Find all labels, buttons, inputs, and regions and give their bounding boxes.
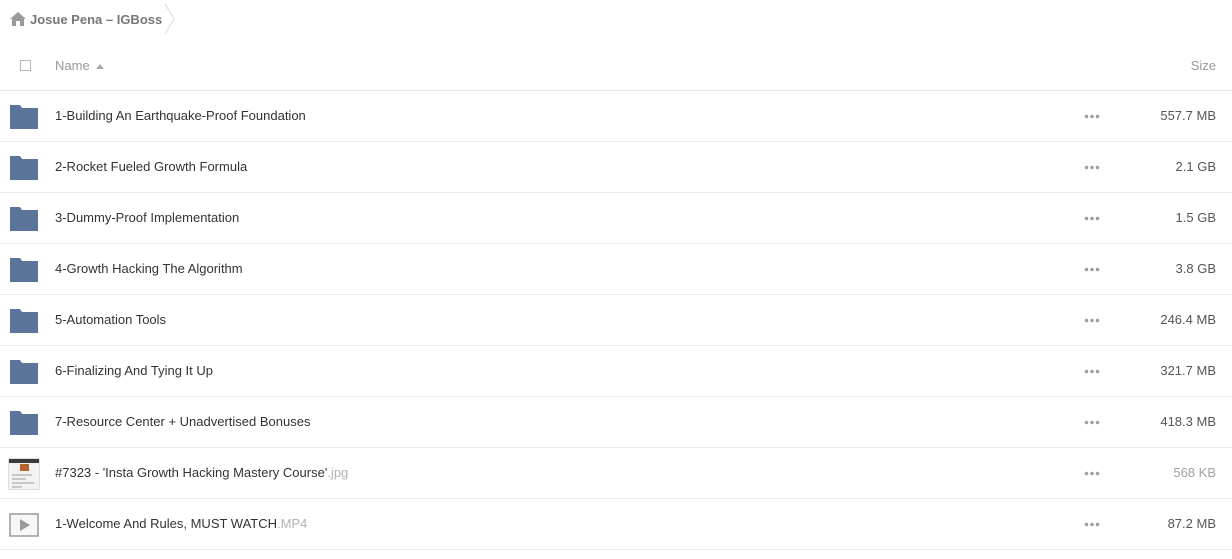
breadcrumb-label: Josue Pena – IGBoss (30, 11, 163, 27)
item-size: 2.1 GB (1175, 159, 1216, 174)
item-extension: .MP4 (277, 516, 308, 531)
item-size: 568 KB (1173, 465, 1216, 480)
item-name[interactable]: 2-Rocket Fueled Growth Formula (55, 159, 247, 174)
folder-row[interactable]: 5-Automation Tools 246.4 MB (0, 295, 1232, 346)
image-thumbnail (8, 458, 40, 490)
folder-icon (10, 258, 38, 282)
folder-row[interactable]: 1-Building An Earthquake-Proof Foundatio… (0, 91, 1232, 142)
item-name[interactable]: 1-Building An Earthquake-Proof Foundatio… (55, 108, 306, 123)
item-name-text: 6-Finalizing And Tying It Up (55, 363, 214, 378)
folder-icon (10, 156, 38, 180)
item-name-text: 7-Resource Center + Unadvertised Bonuses (55, 414, 311, 429)
item-name-text: 1-Welcome And Rules, MUST WATCH (55, 516, 278, 531)
folder-row[interactable]: 2-Rocket Fueled Growth Formula 2.1 GB (0, 142, 1232, 193)
home-icon (10, 12, 26, 26)
item-name[interactable]: 6-Finalizing And Tying It Up (55, 363, 213, 378)
file-list-header: Name Size (0, 40, 1232, 91)
folder-row[interactable]: 4-Growth Hacking The Algorithm 3.8 GB (0, 244, 1232, 295)
item-name[interactable]: 7-Resource Center + Unadvertised Bonuses (55, 414, 310, 429)
breadcrumb-separator-icon (164, 4, 175, 34)
item-size: 246.4 MB (1160, 312, 1216, 327)
breadcrumb: Josue Pena – IGBoss (0, 0, 1232, 38)
item-name[interactable]: 1-Welcome And Rules, MUST WATCH.MP4 (55, 516, 307, 531)
item-name[interactable]: #7323 - 'Insta Growth Hacking Mastery Co… (55, 465, 348, 480)
item-name-text: 5-Automation Tools (55, 312, 167, 327)
name-column-header[interactable]: Name (55, 58, 104, 73)
item-size: 321.7 MB (1160, 363, 1216, 378)
item-name[interactable]: 4-Growth Hacking The Algorithm (55, 261, 243, 276)
folder-row[interactable]: 6-Finalizing And Tying It Up 321.7 MB (0, 346, 1232, 397)
more-options-icon[interactable] (1084, 522, 1100, 527)
item-extension: .jpg (327, 465, 349, 480)
more-options-icon[interactable] (1084, 165, 1100, 170)
more-options-icon[interactable] (1084, 318, 1100, 323)
size-column-header[interactable]: Size (1191, 58, 1216, 73)
name-column-label: Name (55, 58, 90, 73)
item-size: 418.3 MB (1160, 414, 1216, 429)
item-size: 87.2 MB (1167, 516, 1216, 531)
folder-icon (10, 207, 38, 231)
item-name-text: 1-Building An Earthquake-Proof Foundatio… (55, 108, 306, 123)
item-name[interactable]: 5-Automation Tools (55, 312, 166, 327)
folder-icon (10, 309, 38, 333)
folder-row[interactable]: 7-Resource Center + Unadvertised Bonuses… (0, 397, 1232, 448)
more-options-icon[interactable] (1084, 369, 1100, 374)
more-options-icon[interactable] (1084, 267, 1100, 272)
folder-icon (10, 411, 38, 435)
item-name-text: 4-Growth Hacking The Algorithm (55, 261, 243, 276)
file-row[interactable]: #7323 - 'Insta Growth Hacking Mastery Co… (0, 448, 1232, 499)
more-options-icon[interactable] (1084, 420, 1100, 425)
more-options-icon[interactable] (1084, 216, 1100, 221)
item-name-text: 2-Rocket Fueled Growth Formula (55, 159, 248, 174)
folder-row[interactable]: 3-Dummy-Proof Implementation 1.5 GB (0, 193, 1232, 244)
item-size: 1.5 GB (1175, 210, 1216, 225)
more-options-icon[interactable] (1084, 114, 1100, 119)
more-options-icon[interactable] (1084, 471, 1100, 476)
video-play-icon (9, 513, 39, 537)
sort-ascending-icon (95, 63, 104, 69)
breadcrumb-item-josue-pena-igboss[interactable]: Josue Pena – IGBoss (0, 0, 176, 38)
file-list: 1-Building An Earthquake-Proof Foundatio… (0, 91, 1232, 550)
select-all-checkbox[interactable] (20, 60, 31, 71)
file-row[interactable]: 1-Welcome And Rules, MUST WATCH.MP4 87.2 … (0, 499, 1232, 550)
item-size: 3.8 GB (1175, 261, 1216, 276)
item-size: 557.7 MB (1160, 108, 1216, 123)
item-name-text: 3-Dummy-Proof Implementation (55, 210, 240, 225)
item-name[interactable]: 3-Dummy-Proof Implementation (55, 210, 239, 225)
folder-icon (10, 105, 38, 129)
item-name-text: #7323 - 'Insta Growth Hacking Mastery Co… (55, 465, 328, 480)
folder-icon (10, 360, 38, 384)
